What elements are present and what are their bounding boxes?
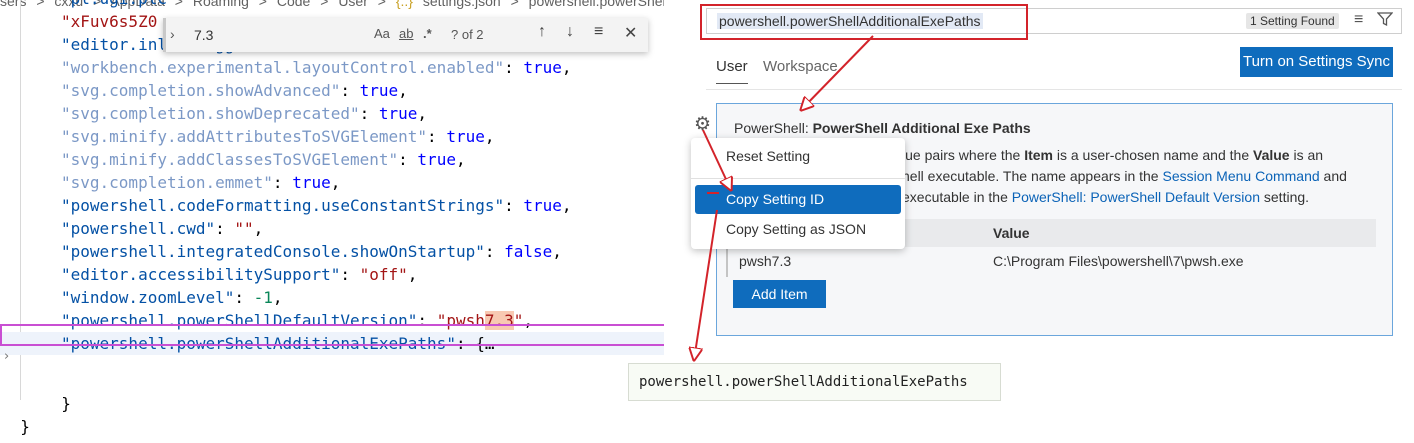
arrow-to-tooltip (694, 209, 718, 360)
annotation-arrows (0, 35, 874, 443)
arrow-to-setting-title (801, 35, 874, 110)
arrow-to-copy-id (702, 129, 731, 190)
